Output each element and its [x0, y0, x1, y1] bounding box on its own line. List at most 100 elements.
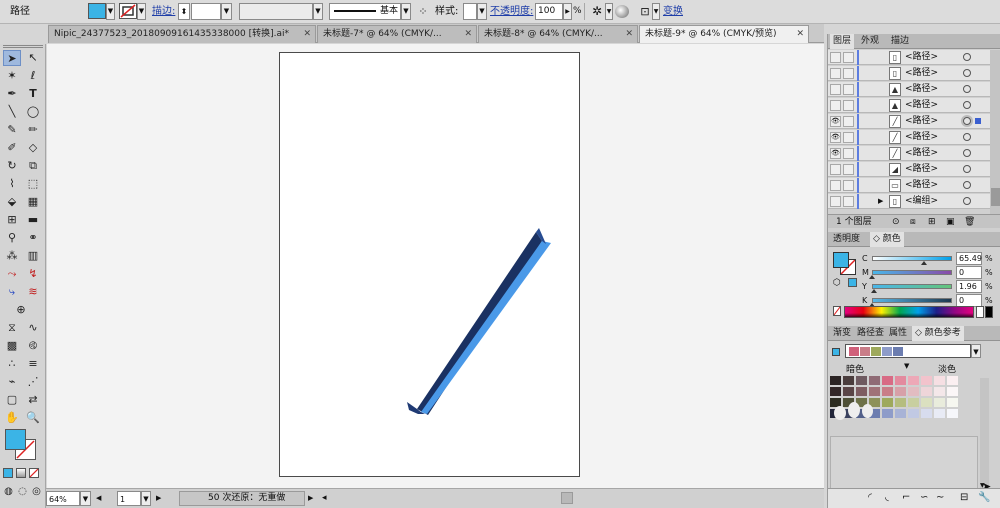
- target-circle-icon[interactable]: [963, 69, 971, 77]
- graphic-style-swatch[interactable]: [463, 3, 477, 20]
- ellipse-tool-icon[interactable]: ◯: [24, 104, 42, 120]
- target-circle-icon[interactable]: [963, 149, 971, 157]
- transform-panel-link[interactable]: 变换: [663, 3, 683, 20]
- tab-transparency[interactable]: 透明度: [830, 232, 863, 247]
- symbol-sprayer-tool-icon[interactable]: ⁂: [3, 248, 21, 264]
- draw-inside-icon[interactable]: ◎: [30, 484, 43, 500]
- status-menu-arrow[interactable]: ▶: [308, 491, 318, 506]
- color-mode-button[interactable]: [3, 468, 13, 478]
- visibility-toggle[interactable]: [830, 164, 841, 175]
- layer-row[interactable]: ▭ <路径>: [828, 178, 991, 193]
- stroke-dropdown-arrow[interactable]: ▼: [137, 3, 146, 20]
- color-variation-swatch[interactable]: [895, 398, 907, 408]
- brush-dropdown[interactable]: ▼: [401, 3, 411, 20]
- lock-toggle[interactable]: [843, 132, 854, 143]
- layers-scroll-thumb[interactable]: [991, 188, 1000, 206]
- layer-row[interactable]: 👁 ╱ <路径>: [828, 114, 991, 129]
- align-dropdown[interactable]: ▼: [652, 3, 660, 20]
- color-variation-swatch[interactable]: [908, 387, 920, 397]
- artboard-dropdown[interactable]: ▼: [141, 491, 151, 506]
- blend-tool-icon[interactable]: ⚭: [24, 230, 42, 246]
- twirl-tool-icon[interactable]: ࿋: [24, 338, 42, 354]
- artboard-tool-icon[interactable]: ⧖: [3, 320, 21, 336]
- guide-options-arrow[interactable]: ▼: [904, 362, 909, 370]
- channel-slider-track[interactable]: [872, 256, 952, 261]
- align-lines-tool-icon[interactable]: ≡: [24, 356, 42, 372]
- magic-wand-tool-icon[interactable]: ✶: [3, 68, 21, 84]
- harmony-dropdown[interactable]: ▼: [971, 344, 981, 358]
- target-circle-icon[interactable]: [963, 165, 971, 173]
- lock-toggle[interactable]: [843, 164, 854, 175]
- channel-slider-track[interactable]: [872, 284, 952, 289]
- color-variation-swatch[interactable]: [869, 376, 881, 386]
- color-variation-swatch[interactable]: [895, 387, 907, 397]
- rotate-tool-icon[interactable]: ↻: [3, 158, 21, 174]
- lock-toggle[interactable]: [843, 52, 854, 63]
- color-variation-swatch[interactable]: [882, 387, 894, 397]
- horizontal-scroll-thumb[interactable]: [561, 492, 573, 504]
- guide-swatch-icon[interactable]: ⌐: [902, 492, 910, 503]
- visibility-toggle[interactable]: 👁: [830, 132, 841, 143]
- align-options-icon[interactable]: ⊡: [638, 3, 652, 20]
- direct-selection-tool-icon[interactable]: ↖: [24, 50, 42, 66]
- layer-row[interactable]: 👁 ╱ <路径>: [828, 130, 991, 145]
- fill-color-swatch[interactable]: [88, 3, 106, 19]
- lock-toggle[interactable]: [843, 148, 854, 159]
- tab-untitled-9[interactable]: 未标题-9* @ 64% (CMYK/预览) ✕: [639, 25, 809, 43]
- stroke-weight-spinner[interactable]: ⬍: [178, 3, 190, 20]
- color-variation-swatch[interactable]: [934, 376, 946, 386]
- harmony-swatch[interactable]: [893, 347, 903, 356]
- fill-dropdown-arrow[interactable]: ▼: [106, 3, 115, 20]
- brush-options-icon[interactable]: ⁘: [416, 3, 430, 20]
- limit-to-swatch-library-icon[interactable]: ◜: [868, 492, 872, 503]
- next-artboard-icon[interactable]: ▶: [156, 491, 166, 506]
- expand-arrow-icon[interactable]: ▶: [878, 194, 883, 209]
- lock-toggle[interactable]: [843, 196, 854, 207]
- tab-color-guide[interactable]: ◇ 颜色参考: [912, 326, 964, 341]
- tab-properties[interactable]: 属性: [886, 326, 910, 341]
- line-tool-icon[interactable]: ╲: [3, 104, 21, 120]
- visibility-toggle[interactable]: [830, 196, 841, 207]
- close-icon[interactable]: ✕: [625, 26, 633, 43]
- fill-color-box[interactable]: [5, 429, 26, 450]
- draw-normal-icon[interactable]: ◍: [2, 484, 15, 500]
- layer-row[interactable]: ▯ <路径>: [828, 66, 991, 81]
- color-variation-swatch[interactable]: [934, 409, 946, 419]
- visibility-toggle[interactable]: 👁: [830, 116, 841, 127]
- harmony-swatch[interactable]: [849, 347, 859, 356]
- color-variation-swatch[interactable]: [830, 387, 842, 397]
- guide-scrollbar[interactable]: ▼: [980, 378, 989, 496]
- clipping-mask-icon[interactable]: ⧈: [910, 215, 916, 229]
- pencil-tool-icon[interactable]: ✏: [24, 122, 42, 138]
- opacity-input[interactable]: 100: [535, 3, 563, 20]
- color-variation-swatch[interactable]: [843, 387, 855, 397]
- lock-toggle[interactable]: [843, 180, 854, 191]
- brush-definition[interactable]: 基本: [329, 3, 401, 20]
- color-variation-swatch[interactable]: [908, 398, 920, 408]
- artboard-number-field[interactable]: 1: [117, 491, 141, 506]
- swap-colors-icon[interactable]: ⇄: [24, 392, 42, 408]
- slider-knob[interactable]: [921, 261, 928, 265]
- slider-knob[interactable]: [869, 275, 875, 279]
- layer-row[interactable]: ▲ <路径>: [828, 82, 991, 97]
- stroke-panel-link[interactable]: 描边:: [152, 3, 175, 20]
- harmony-swatch[interactable]: [871, 347, 881, 356]
- visibility-toggle[interactable]: [830, 180, 841, 191]
- isolate-group-icon[interactable]: [615, 5, 629, 18]
- paintbrush-tool-icon[interactable]: ✎: [3, 122, 21, 138]
- wave-tool-icon[interactable]: ≋: [24, 284, 42, 300]
- channel-slider-track[interactable]: [872, 270, 952, 275]
- trash-icon[interactable]: 🗑: [964, 215, 975, 229]
- free-transform-tool-icon[interactable]: ⬚: [24, 176, 42, 192]
- color-variation-swatch[interactable]: [921, 376, 933, 386]
- color-variation-swatch[interactable]: [934, 398, 946, 408]
- layers-scrollbar[interactable]: [990, 50, 1000, 214]
- path-dark-face[interactable]: [417, 232, 542, 415]
- tab-untitled-8[interactable]: 未标题-8* @ 64% (CMYK/... ✕: [478, 25, 638, 43]
- color-variation-swatch[interactable]: [843, 376, 855, 386]
- lock-toggle[interactable]: [843, 68, 854, 79]
- tab-layers[interactable]: 图层: [830, 34, 855, 49]
- new-layer-icon[interactable]: ▣: [946, 215, 955, 229]
- graphic-style-dropdown[interactable]: ▼: [477, 3, 487, 20]
- rectangle-tool-icon[interactable]: ▢: [3, 392, 21, 408]
